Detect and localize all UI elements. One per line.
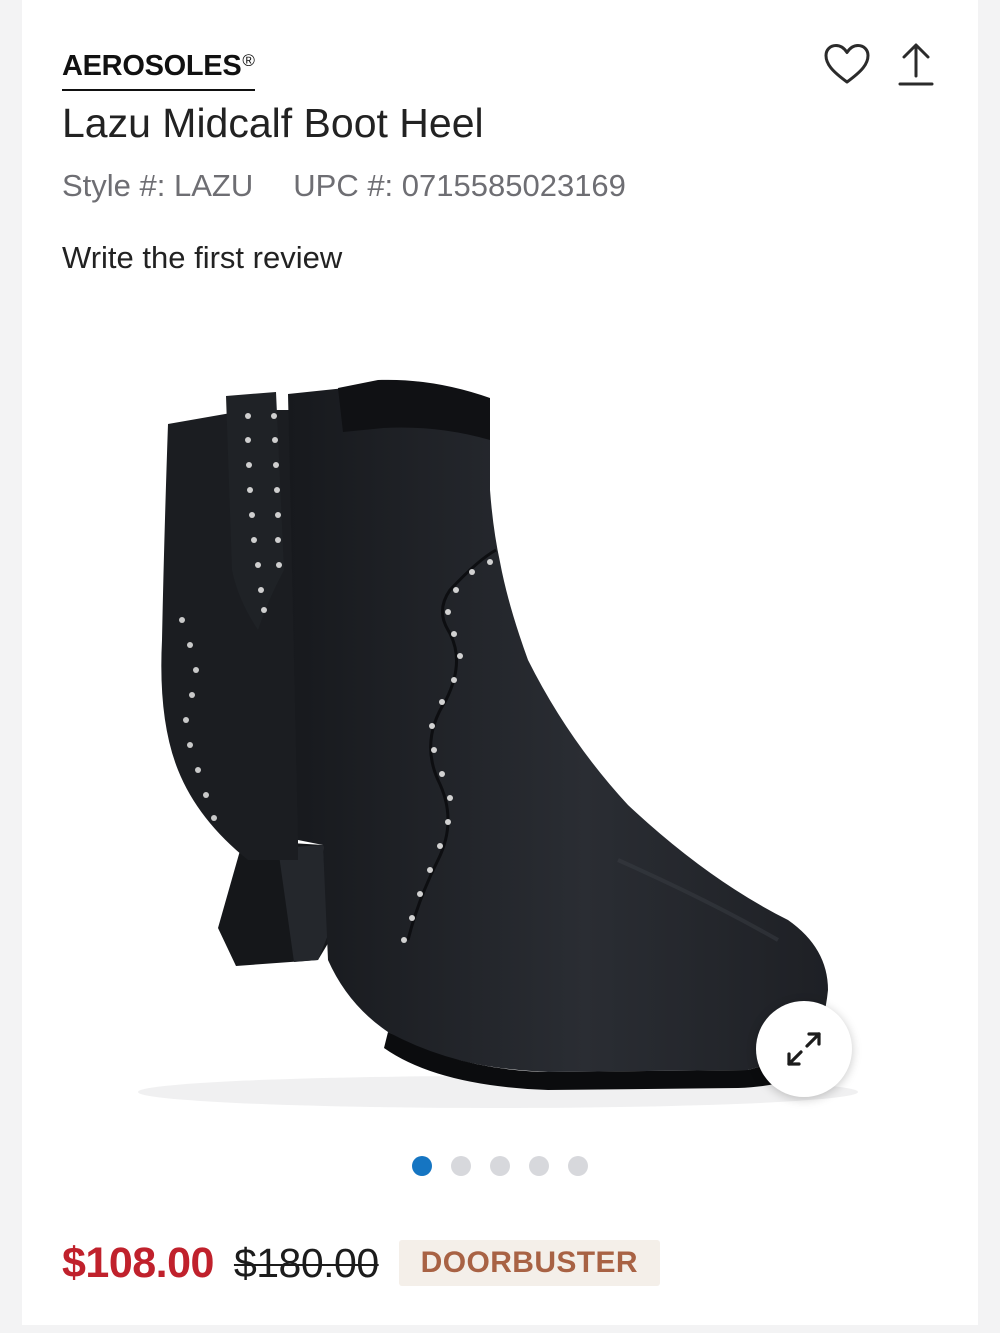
favorite-button[interactable]: [822, 40, 872, 90]
sale-price: $108.00: [62, 1238, 214, 1287]
carousel-dot-1[interactable]: [412, 1156, 432, 1176]
carousel-pagination: [412, 1156, 588, 1176]
registered-mark: ®: [242, 51, 255, 70]
product-detail-page: AEROSOLES® Lazu Midcalf Boot Heel Style …: [22, 0, 978, 1325]
original-price: $180.00: [233, 1239, 379, 1286]
upc-number: UPC #: 0715585023169: [293, 168, 626, 203]
brand-name: AEROSOLES: [62, 50, 242, 82]
product-title: Lazu Midcalf Boot Heel: [62, 100, 484, 146]
style-number: Style #: LAZU: [62, 168, 254, 203]
carousel-dot-4[interactable]: [529, 1156, 549, 1176]
price-row: $108.00 $180.00 DOORBUSTER: [62, 1238, 660, 1288]
expand-icon: [787, 1032, 821, 1066]
expand-image-button[interactable]: [756, 1001, 852, 1097]
carousel-dot-2[interactable]: [451, 1156, 471, 1176]
product-identifiers: Style #: LAZU UPC #: 0715585023169: [62, 168, 626, 204]
share-icon: [898, 43, 934, 86]
brand-link[interactable]: AEROSOLES®: [62, 50, 255, 91]
doorbuster-badge: DOORBUSTER: [398, 1240, 660, 1286]
boot-illustration: [138, 379, 858, 1108]
carousel-dot-3[interactable]: [490, 1156, 510, 1176]
heart-icon: [824, 44, 870, 84]
write-review-link[interactable]: Write the first review: [62, 240, 342, 276]
carousel-dot-5[interactable]: [568, 1156, 588, 1176]
product-image[interactable]: [98, 300, 878, 1120]
share-button[interactable]: [894, 38, 938, 90]
